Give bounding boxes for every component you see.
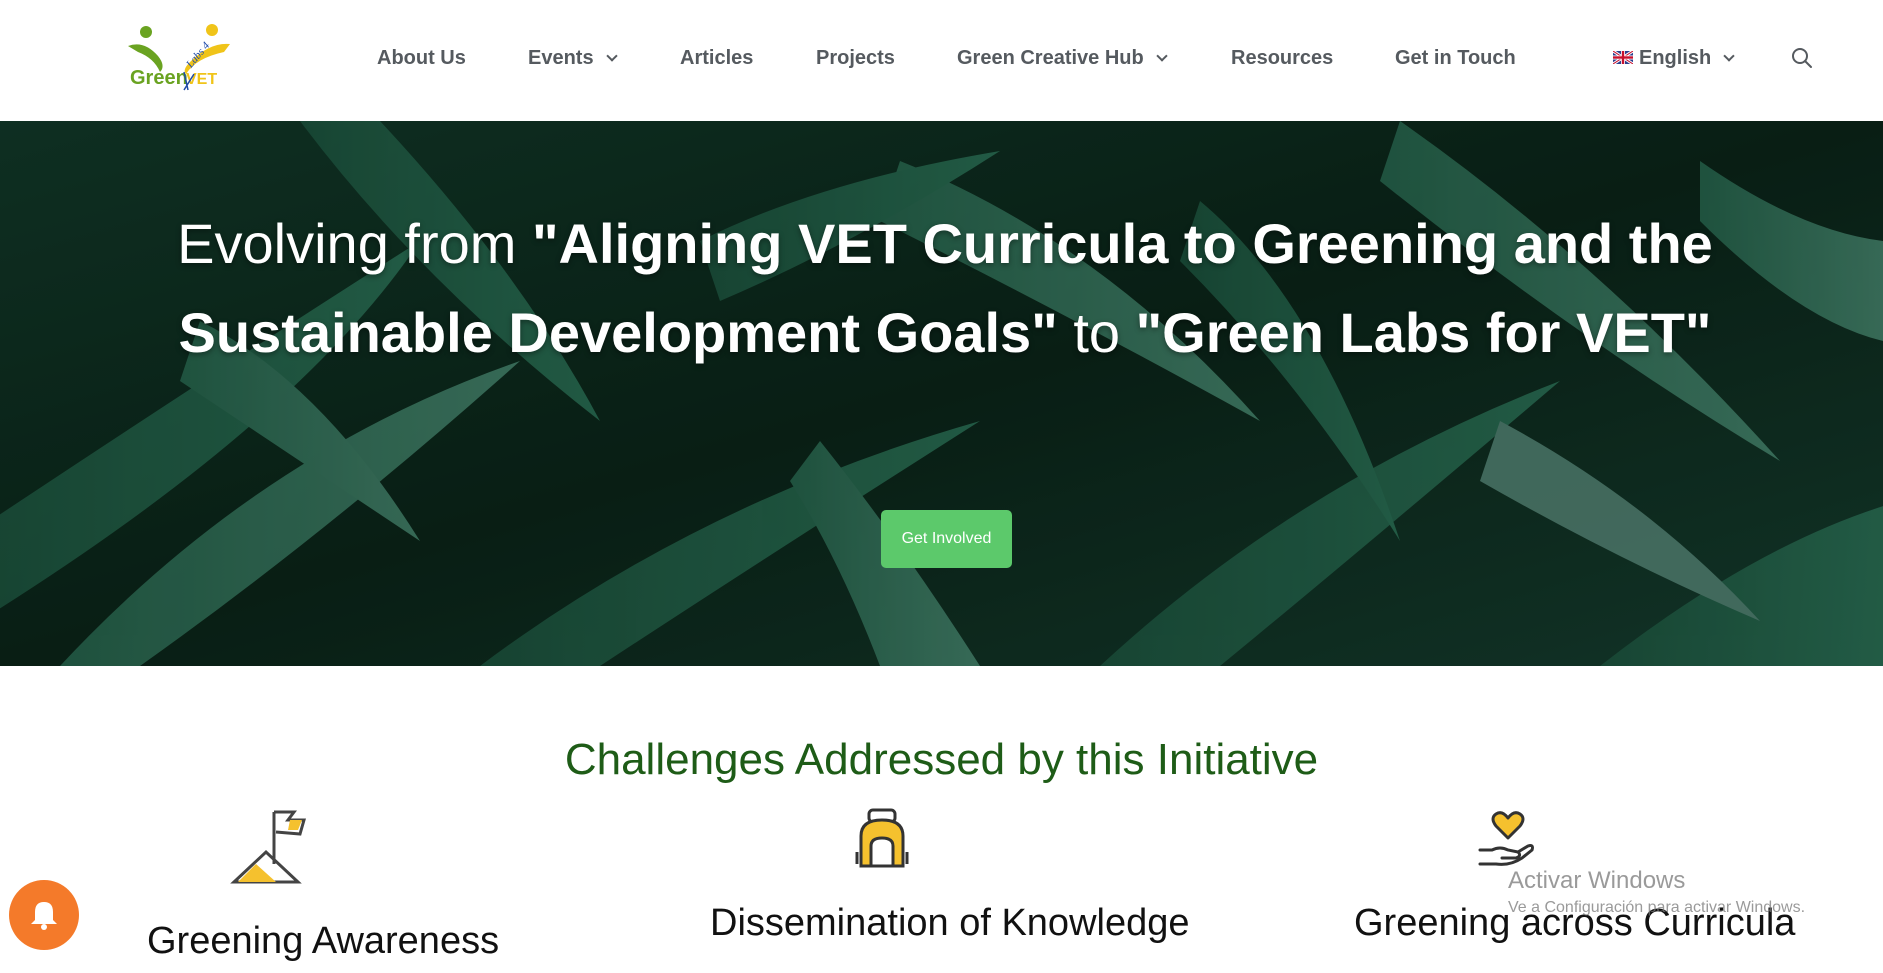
nav-hub-label: Green Creative Hub	[957, 47, 1144, 69]
nav-projects-label: Projects	[816, 47, 895, 69]
hero-title-part1: Evolving from	[177, 212, 532, 275]
chevron-down-icon	[1156, 49, 1168, 62]
get-involved-button[interactable]: Get Involved	[881, 510, 1012, 568]
nav-articles[interactable]: Articles	[680, 47, 753, 70]
nav-about-label: About Us	[377, 47, 466, 69]
nav-projects[interactable]: Projects	[816, 47, 895, 70]
challenges-heading: Challenges Addressed by this Initiative	[564, 735, 1319, 784]
nav-resources[interactable]: Resources	[1231, 47, 1333, 70]
backpack-icon	[855, 808, 909, 873]
mountain-flag-icon	[230, 808, 310, 891]
chevron-down-icon	[605, 49, 618, 62]
hero-title: Evolving from "Aligning VET Curricula to…	[120, 199, 1770, 377]
get-involved-label: Get Involved	[901, 530, 992, 547]
watermark-line1: Activar Windows	[1508, 867, 1686, 894]
uk-flag-icon	[1613, 51, 1633, 64]
site-header: Green VET Labs 4 About Us Events Article…	[0, 0, 1883, 121]
hero-banner: Evolving from "Aligning VET Curricula to…	[0, 121, 1883, 666]
heart-hand-icon	[1478, 808, 1536, 873]
notification-bell-button[interactable]	[9, 880, 79, 950]
nav-articles-label: Articles	[680, 47, 754, 69]
nav-green-creative-hub[interactable]: Green Creative Hub	[957, 47, 1168, 70]
main-navigation: About Us Events Articles Projects Green …	[0, 0, 1883, 121]
windows-activation-watermark: Activar Windows Ve a Configuración para …	[1508, 867, 1805, 917]
search-icon[interactable]	[1791, 47, 1813, 69]
language-switcher[interactable]: English	[1613, 47, 1735, 70]
card-title-greening-awareness: Greening Awareness	[147, 920, 500, 962]
bell-icon	[31, 902, 57, 930]
nav-about-us[interactable]: About Us	[377, 47, 466, 70]
nav-contact-label: Get in Touch	[1395, 47, 1516, 69]
card-title-dissemination: Dissemination of Knowledge	[710, 902, 1190, 944]
hero-title-quote2: "Green Labs for VET"	[1135, 301, 1712, 364]
chevron-down-icon	[1723, 49, 1735, 62]
nav-events-label: Events	[528, 47, 594, 69]
nav-get-in-touch[interactable]: Get in Touch	[1395, 47, 1516, 70]
language-label: English	[1639, 47, 1712, 69]
hero-title-part2: to	[1057, 301, 1136, 364]
watermark-line2: Ve a Configuración para activar Windows.	[1508, 899, 1806, 916]
nav-events[interactable]: Events	[528, 47, 618, 70]
nav-resources-label: Resources	[1231, 47, 1334, 69]
